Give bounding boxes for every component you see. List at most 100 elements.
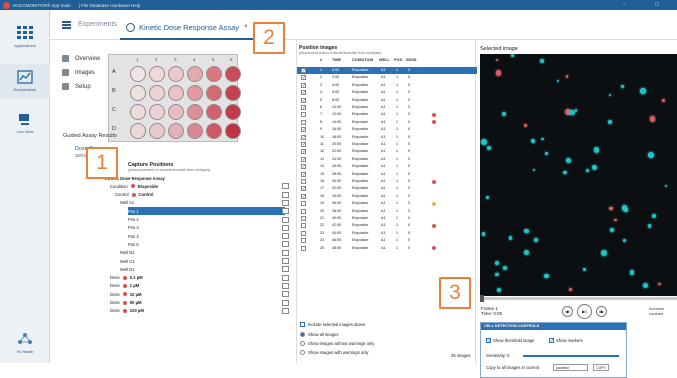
show-no-warnings-radio[interactable]: Show images without warnings only <box>300 341 374 346</box>
row-checkbox[interactable]: ✓ <box>301 105 306 111</box>
plate-well[interactable] <box>130 123 146 139</box>
table-row[interactable]: 19 36:00 Etoposide A1 1 0 <box>297 200 477 207</box>
table-row[interactable]: ✓ 10 18:00 Etoposide A1 1 0 <box>297 134 477 141</box>
row-checkbox[interactable] <box>301 216 306 221</box>
close-tab-icon[interactable]: × <box>244 24 248 30</box>
tree-checkbox[interactable] <box>282 249 289 256</box>
row-checkbox[interactable] <box>301 208 306 214</box>
nav-live-view[interactable]: Live View <box>0 106 50 140</box>
plate-well[interactable] <box>225 123 241 139</box>
image-viewer[interactable] <box>480 54 677 296</box>
plate-well[interactable] <box>130 66 146 82</box>
row-checkbox[interactable]: ✓ <box>301 68 306 74</box>
tree-checkbox[interactable] <box>282 199 289 206</box>
copy-scope-select[interactable]: position <box>553 364 588 371</box>
plate-well[interactable] <box>149 104 165 120</box>
sensitivity-slider[interactable] <box>523 355 619 357</box>
play-pause-icon[interactable]: ▶‖ <box>577 304 592 319</box>
sidebar-item-images[interactable]: Images <box>62 69 95 76</box>
tab-kinetic-dose-response[interactable]: Kinetic Dose Response Assay × <box>120 16 254 40</box>
tree-node[interactable]: Well A1 <box>120 199 134 207</box>
plate-well[interactable] <box>168 123 184 139</box>
plate-well[interactable] <box>130 85 146 101</box>
table-row[interactable]: ✓ 1 0:00 Etoposide A1 1 0 <box>297 67 477 75</box>
tree-node[interactable]: Dose 50 µM <box>110 299 142 307</box>
plate-well[interactable] <box>168 66 184 82</box>
tree-node[interactable]: Dose 10 µM <box>110 290 142 298</box>
plate-well[interactable] <box>168 85 184 101</box>
plate-well[interactable] <box>149 85 165 101</box>
tree-node[interactable]: Condition Etoposide <box>110 182 158 190</box>
table-row[interactable]: 22 42:00 Etoposide A1 1 0 <box>297 222 477 229</box>
row-checkbox[interactable]: ✓ <box>301 156 306 162</box>
tree-checkbox[interactable] <box>282 216 289 223</box>
plate-well[interactable] <box>225 104 241 120</box>
row-checkbox[interactable]: ✓ <box>301 186 306 192</box>
tree-checkbox[interactable] <box>282 208 289 215</box>
tree-checkbox[interactable] <box>282 282 289 289</box>
previous-frame-icon[interactable]: ◀‖ <box>562 306 573 317</box>
menu-bar[interactable]: | File Database Hardware Help <box>79 3 140 8</box>
tree-node[interactable]: Pos 1 <box>128 207 285 216</box>
sidebar-item-setup[interactable]: Setup <box>62 83 91 90</box>
table-row[interactable]: 24 46:00 Etoposide A1 1 0 <box>297 237 477 244</box>
row-checkbox[interactable]: ✓ <box>301 149 306 155</box>
plate-well[interactable] <box>149 123 165 139</box>
table-row[interactable]: ✓ 5 8:00 Etoposide A1 1 0 <box>297 97 477 104</box>
row-checkbox[interactable]: ✓ <box>301 90 306 96</box>
table-row[interactable]: 23 44:00 Etoposide A1 1 0 <box>297 230 477 237</box>
row-checkbox[interactable]: ✓ <box>301 127 306 133</box>
table-row[interactable]: ✓ 11 20:00 Etoposide A1 1 0 <box>297 141 477 148</box>
table-row[interactable]: 25 48:00 Etoposide A1 1 0 <box>297 245 477 252</box>
tree-checkbox[interactable] <box>282 258 289 264</box>
plate-well[interactable] <box>187 85 203 101</box>
nav-hi-health[interactable]: Hi-Health <box>0 326 50 360</box>
table-row[interactable]: 16 30:00 Etoposide A1 1 0 <box>297 178 477 185</box>
tree-checkbox[interactable] <box>282 241 289 248</box>
plate-well[interactable] <box>149 66 165 82</box>
table-row[interactable]: ✓ 15 28:00 Etoposide A1 1 0 <box>297 171 477 178</box>
tree-node[interactable]: Dose 1 µM <box>110 282 139 290</box>
tree-checkbox[interactable] <box>282 307 289 314</box>
plate-well[interactable] <box>187 66 203 82</box>
plate-well[interactable] <box>206 123 222 139</box>
table-row[interactable]: ✓ 14 26:00 Etoposide A1 1 0 <box>297 163 477 170</box>
row-checkbox[interactable] <box>301 112 306 118</box>
table-row[interactable]: ✓ 12 22:00 Etoposide A1 1 0 <box>297 148 477 155</box>
row-checkbox[interactable] <box>301 230 306 236</box>
row-checkbox[interactable] <box>301 201 306 207</box>
frame-slider[interactable] <box>480 295 677 302</box>
tree-checkbox[interactable] <box>282 274 289 281</box>
plate-well[interactable] <box>130 104 146 120</box>
tree-checkbox[interactable] <box>282 299 289 306</box>
plate-well[interactable] <box>206 66 222 82</box>
plate-well[interactable] <box>225 66 241 82</box>
slider-knob[interactable] <box>480 295 484 302</box>
show-all-radio[interactable]: Show all images <box>300 332 339 337</box>
row-checkbox[interactable]: ✓ <box>301 164 306 170</box>
plate-well[interactable] <box>206 104 222 120</box>
row-checkbox[interactable] <box>301 179 306 184</box>
plate-well[interactable] <box>187 123 203 139</box>
row-checkbox[interactable] <box>301 223 306 229</box>
next-frame-icon[interactable]: ‖▶ <box>596 306 607 317</box>
row-checkbox[interactable]: ✓ <box>301 75 306 81</box>
tree-node[interactable]: Pos 2 <box>128 216 139 224</box>
table-row[interactable]: ✓ 13 24:00 Etoposide A1 1 0 <box>297 156 477 163</box>
row-checkbox[interactable] <box>301 238 306 244</box>
plate-well[interactable] <box>187 104 203 120</box>
table-row[interactable]: 20 38:00 Etoposide A1 1 0 <box>297 208 477 215</box>
tab-experiments[interactable]: Experiments <box>78 21 117 28</box>
tree-checkbox[interactable] <box>282 191 289 198</box>
copy-button[interactable]: COPY <box>593 364 609 371</box>
increase-contrast-checkbox[interactable]: Increase contrast <box>649 306 677 316</box>
include-selected-checkbox[interactable]: Include selected images above <box>300 322 366 327</box>
tree-node[interactable]: Well D1 <box>120 265 135 273</box>
table-row[interactable]: ✓ 18 34:00 Etoposide A1 1 0 <box>297 193 477 200</box>
tree-node[interactable]: Well C1 <box>120 257 135 265</box>
row-checkbox[interactable]: ✓ <box>301 142 306 148</box>
tree-checkbox[interactable] <box>282 224 289 231</box>
show-threshold-checkbox[interactable]: ✓ Show threshold image <box>486 338 534 344</box>
sidebar-item-overview[interactable]: Overview <box>62 55 100 62</box>
tree-node[interactable]: Pos 5 <box>128 240 139 248</box>
